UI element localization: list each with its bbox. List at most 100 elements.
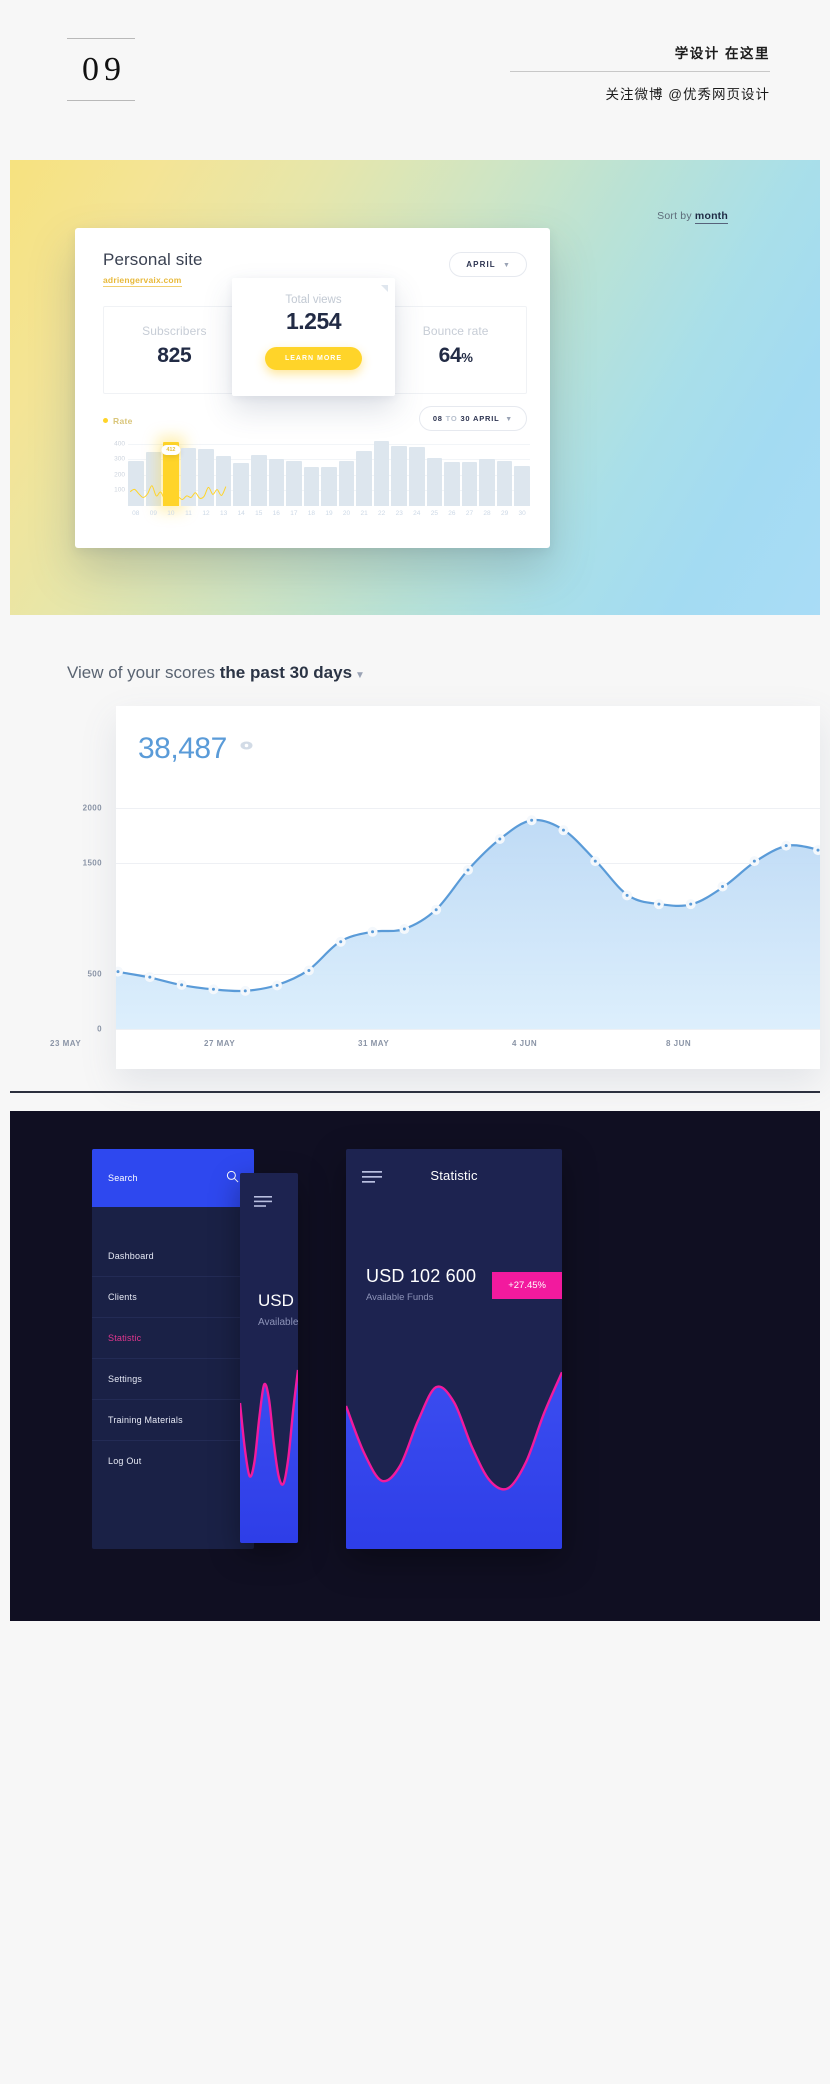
sidebar-item-log-out[interactable]: Log Out [92,1440,254,1481]
site-url-link[interactable]: adriengervaix.com [103,275,182,287]
bar-column[interactable] [303,436,320,506]
x-tick-label: 11 [185,510,192,517]
bar-column[interactable] [286,436,302,506]
app-sidebar: Search Dashboard Clients Statistic Settings… [92,1149,254,1549]
dark-app-panel: Search Dashboard Clients Statistic Settings… [10,1111,820,1621]
bar[interactable] [303,467,320,506]
eye-icon[interactable] [240,737,253,755]
sidebar-item-label: Log Out [108,1456,142,1466]
available-funds-label: Available Funds [366,1292,434,1303]
sidebar-item-settings[interactable]: Settings [92,1358,254,1399]
sort-by-control[interactable]: Sort by month [657,210,728,224]
x-tick-label: 29 [500,510,509,517]
page-number-rule-bottom [67,100,135,101]
sidebar-item-statistic[interactable]: Statistic [92,1317,254,1358]
bar-column[interactable] [514,436,530,506]
x-tick-label: 27 [465,510,474,517]
bar[interactable] [409,447,425,506]
x-tick-label: 09 [149,510,157,517]
x-tick-label: 10 [167,510,175,517]
bar-column[interactable] [321,436,337,506]
scores-section: View of your scores the past 30 days ▼ 38… [0,615,830,1093]
currency-mini-card: USD Available [240,1173,298,1543]
bar[interactable] [444,461,460,506]
x-tick-label: 27 MAY [204,1039,236,1048]
chevron-down-icon[interactable]: ▼ [355,670,365,681]
bar[interactable] [514,466,530,506]
bar[interactable] [496,461,513,506]
bar[interactable] [479,458,495,506]
x-tick-label: 15 [255,510,263,517]
x-tick-label: 28 [483,510,491,517]
bar[interactable] [286,460,302,506]
bar-column[interactable] [373,436,390,506]
y-tick-label: 0 [97,1024,102,1034]
bar-column[interactable] [409,436,425,506]
sort-by-value[interactable]: month [694,210,728,224]
bar[interactable] [250,454,267,506]
y-tick-label: 400 [114,440,125,448]
sidebar-item-clients[interactable]: Clients [92,1276,254,1317]
bar-column[interactable] [444,436,460,506]
month-select-button[interactable]: APRIL ▼ [449,252,527,277]
x-tick-label: 24 [413,510,421,517]
bar[interactable] [233,462,249,506]
x-tick-label: 31 MAY [358,1039,390,1048]
bar-column[interactable] [461,436,478,506]
scores-total-value: 38,487 [138,732,227,765]
x-tick-label: 26 [448,510,456,517]
x-tick-label: 18 [307,510,316,517]
bar[interactable] [268,459,285,506]
y-tick-label: 300 [114,455,125,463]
search-bar[interactable]: Search [92,1149,254,1207]
scores-total-row: 38,487 [116,706,820,786]
scores-range-selector[interactable]: the past 30 days [220,663,352,682]
sidebar-item-label: Dashboard [108,1250,154,1261]
learn-more-button[interactable]: LEARN MORE [264,347,363,370]
x-tick-label: 20 [342,510,351,517]
y-tick-label: 100 [114,486,125,494]
x-tick-label: 4 JUN [512,1039,538,1048]
date-range-button[interactable]: 08 TO 30 APRIL ▼ [418,406,527,431]
bar-column[interactable] [391,436,407,506]
bar[interactable] [426,457,443,506]
popover-value: 1.254 [285,308,342,334]
bar-column[interactable] [250,436,267,506]
search-input[interactable]: Search [108,1173,138,1183]
hamburger-icon[interactable] [254,1195,272,1213]
bar[interactable] [338,460,355,506]
poster-header: 09 学设计 在这里 关注微博 @优秀网页设计 [0,0,830,160]
bar-column[interactable] [356,436,372,506]
available-funds-amount: USD 102 600 [366,1266,477,1286]
scores-heading-normal: View of your scores [67,663,216,682]
sidebar-item-training-materials[interactable]: Training Materials [92,1399,254,1440]
area-chart-y-axis: 0 500 1500 2000 [50,786,102,1034]
bar[interactable] [356,450,372,506]
sidebar-item-dashboard[interactable]: Dashboard [92,1235,254,1276]
search-icon[interactable] [226,1170,239,1188]
statistic-area-chart [346,1309,562,1549]
bar-column[interactable] [426,436,443,506]
bar[interactable] [461,461,478,506]
bar-column[interactable] [479,436,495,506]
kpi-subscribers: Subscribers 825 [104,307,245,393]
x-tick-label: 23 [395,510,403,517]
bar-column[interactable] [268,436,285,506]
bar-column[interactable] [496,436,513,506]
kpi-number: 64 [438,344,462,367]
bar[interactable] [321,466,337,506]
bar-column[interactable] [233,436,249,506]
sidebar-menu: Dashboard Clients Statistic Settings Trainin… [92,1235,254,1481]
chevron-down-icon: ▼ [502,262,511,269]
x-tick-label: 17 [290,510,298,517]
bar-column[interactable] [338,436,355,506]
section-divider [10,1091,820,1093]
rate-bar-chart: 100 200 300 400 412 08 09 10 11 12 13 14 15 16 17 18 1… [103,436,530,528]
bar-tooltip: 412 [161,444,181,455]
x-tick-label: 14 [237,510,245,517]
y-tick-label: 500 [87,969,102,979]
bar[interactable] [373,440,390,506]
bar[interactable] [391,446,407,506]
x-tick-label: 30 [518,510,526,517]
legend-label: Rate [113,416,133,426]
